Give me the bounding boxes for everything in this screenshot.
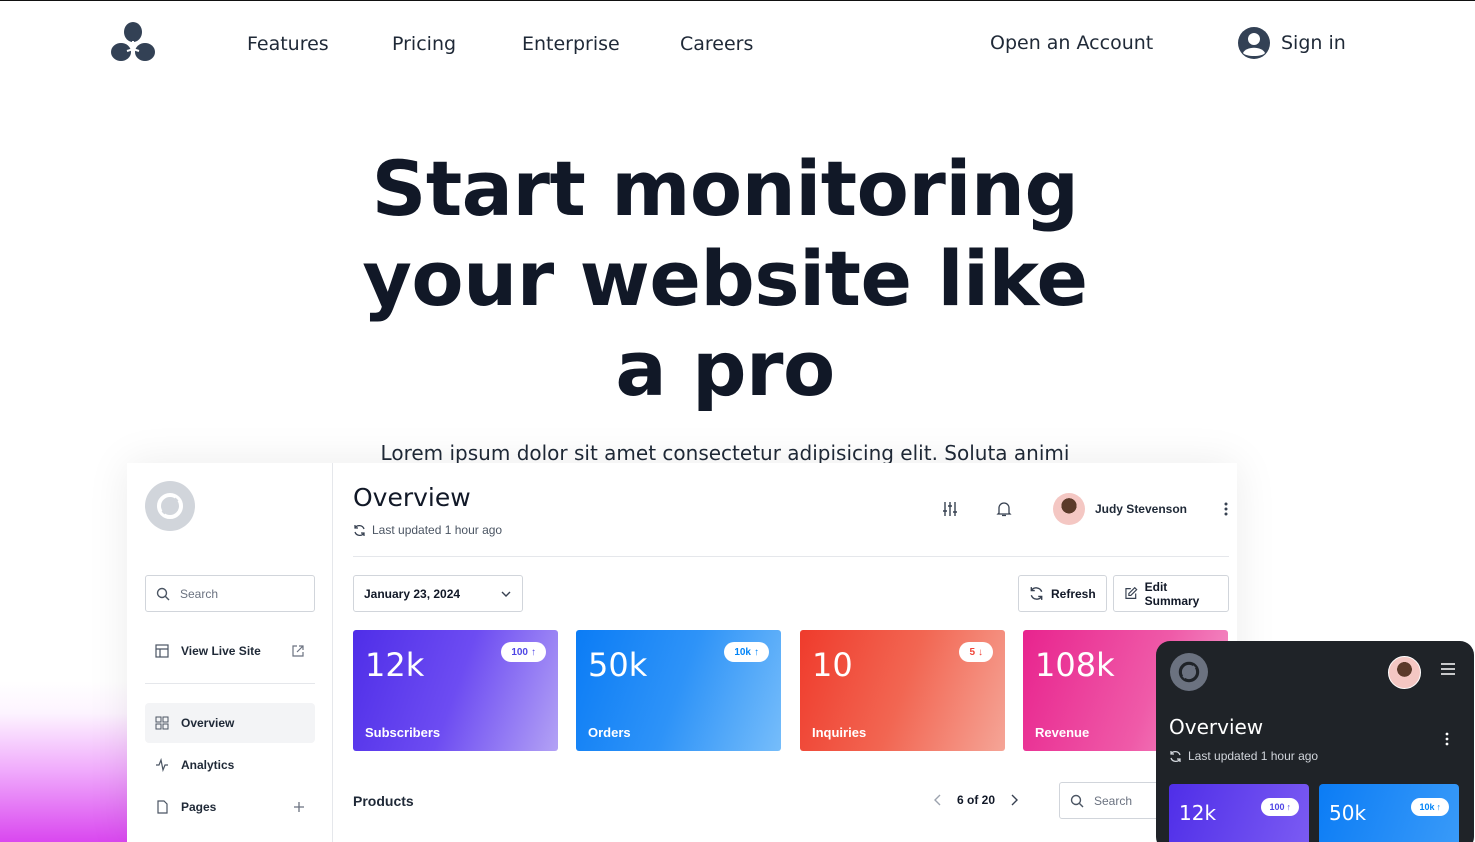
menu-icon[interactable] bbox=[1440, 662, 1456, 676]
external-link-icon bbox=[292, 645, 304, 657]
bell-icon[interactable] bbox=[995, 500, 1013, 518]
plus-icon[interactable] bbox=[293, 801, 305, 813]
stat-badge: 10k ↑ bbox=[724, 642, 769, 662]
sidebar-search-placeholder: Search bbox=[180, 586, 219, 601]
nav-link-enterprise[interactable]: Enterprise bbox=[522, 33, 620, 55]
arrow-up-icon: ↑ bbox=[1436, 802, 1442, 812]
arrow-up-icon: ↑ bbox=[531, 646, 536, 658]
stat-label: Subscribers bbox=[365, 725, 441, 740]
hero-title: Start monitoring your website like a pro bbox=[362, 144, 1088, 413]
app-logo-icon bbox=[1170, 653, 1208, 691]
search-icon bbox=[1070, 794, 1084, 807]
header-divider bbox=[353, 556, 1229, 557]
sidebar-item-pages[interactable]: Pages bbox=[145, 787, 315, 827]
pagination: 6 of 20 bbox=[933, 793, 1019, 807]
last-updated-text: Last updated 1 hour ago bbox=[372, 523, 503, 537]
sidebar-divider bbox=[145, 683, 315, 684]
products-search-placeholder: Search bbox=[1094, 793, 1133, 808]
sidebar-item-label: Overview bbox=[181, 716, 235, 730]
sign-in-label: Sign in bbox=[1281, 32, 1346, 54]
hero-subtitle: Lorem ipsum dolor sit amet consectetur a… bbox=[380, 441, 1070, 463]
stat-label: Inquiries bbox=[812, 725, 867, 740]
nav-link-features[interactable]: Features bbox=[247, 33, 329, 55]
mobile-last-updated: Last updated 1 hour ago bbox=[1169, 749, 1318, 763]
sidebar-item-view-live-site[interactable]: View Live Site bbox=[145, 631, 315, 671]
chevron-left-icon[interactable] bbox=[933, 794, 943, 806]
sidebar: Search View Live Site Overview Analytics… bbox=[127, 463, 333, 842]
arrow-up-icon: ↑ bbox=[1286, 802, 1292, 812]
sidebar-item-label: View Live Site bbox=[181, 644, 261, 658]
arrow-down-icon: ↓ bbox=[978, 646, 983, 658]
mobile-last-updated-text: Last updated 1 hour ago bbox=[1188, 749, 1319, 763]
more-vertical-icon[interactable] bbox=[1223, 501, 1229, 517]
nav-link-pricing[interactable]: Pricing bbox=[392, 33, 456, 55]
date-select-value: January 23, 2024 bbox=[364, 586, 461, 601]
page-title: Overview bbox=[353, 483, 471, 512]
stat-badge: 5 ↓ bbox=[959, 642, 993, 662]
last-updated: Last updated 1 hour ago bbox=[353, 523, 502, 537]
stat-label: Revenue bbox=[1035, 725, 1090, 740]
refresh-icon bbox=[1170, 750, 1181, 762]
edit-summary-button[interactable]: Edit Summary bbox=[1113, 575, 1229, 612]
chevron-down-icon bbox=[501, 591, 511, 597]
date-select[interactable]: January 23, 2024 bbox=[353, 575, 523, 612]
avatar[interactable] bbox=[1052, 493, 1085, 525]
pager-text: 6 of 20 bbox=[957, 793, 996, 807]
edit-icon bbox=[1125, 586, 1138, 599]
header-actions: Judy Stevenson bbox=[941, 493, 1229, 525]
stat-badge: 10k ↑ bbox=[1411, 798, 1449, 816]
chevron-right-icon[interactable] bbox=[1009, 794, 1019, 806]
top-navbar: Features Pricing Enterprise Careers Open… bbox=[0, 1, 1475, 89]
edit-summary-label: Edit Summary bbox=[1144, 579, 1200, 608]
nav-link-careers[interactable]: Careers bbox=[680, 33, 753, 55]
refresh-icon bbox=[354, 524, 365, 536]
stat-badge: 100 ↑ bbox=[1261, 798, 1299, 816]
stat-value: 50k bbox=[588, 646, 648, 684]
layout-icon bbox=[155, 644, 169, 658]
app-logo-icon bbox=[145, 481, 195, 531]
stat-value: 12k bbox=[365, 646, 425, 684]
stat-card-orders[interactable]: 50k 10k ↑ Orders bbox=[576, 630, 781, 751]
mobile-stat-card-orders[interactable]: 50k 10k ↑ bbox=[1319, 784, 1459, 842]
sidebar-item-label: Analytics bbox=[181, 758, 235, 772]
refresh-button[interactable]: Refresh bbox=[1018, 575, 1107, 612]
stat-card-subscribers[interactable]: 12k 100 ↑ Subscribers bbox=[353, 630, 558, 751]
open-account-link[interactable]: Open an Account bbox=[990, 32, 1153, 54]
stat-value: 108k bbox=[1035, 646, 1115, 684]
stat-card-inquiries[interactable]: 10 5 ↓ Inquiries bbox=[800, 630, 1005, 751]
user-name: Judy Stevenson bbox=[1094, 502, 1187, 516]
more-vertical-icon[interactable] bbox=[1444, 731, 1450, 747]
products-heading: Products bbox=[353, 793, 414, 809]
mobile-page-title: Overview bbox=[1169, 715, 1264, 739]
stat-value: 12k bbox=[1179, 801, 1217, 825]
dashboard-main: Overview Last updated 1 hour ago Judy St… bbox=[353, 463, 1229, 842]
brand-logo-icon[interactable] bbox=[110, 21, 156, 65]
sidebar-item-analytics[interactable]: Analytics bbox=[145, 745, 315, 785]
file-icon bbox=[157, 800, 168, 814]
arrow-up-icon: ↑ bbox=[754, 646, 759, 658]
sign-in-link[interactable]: Sign in bbox=[1237, 26, 1346, 60]
search-icon bbox=[156, 587, 170, 600]
refresh-label: Refresh bbox=[1051, 586, 1096, 601]
refresh-icon bbox=[1030, 587, 1043, 600]
sliders-icon[interactable] bbox=[941, 500, 959, 518]
mobile-stat-card-subscribers[interactable]: 12k 100 ↑ bbox=[1169, 784, 1309, 842]
stat-badge: 100 ↑ bbox=[501, 642, 546, 662]
sidebar-item-overview[interactable]: Overview bbox=[145, 703, 315, 743]
mobile-preview: Overview Last updated 1 hour ago 12k 100… bbox=[1156, 641, 1474, 842]
sidebar-item-label: Pages bbox=[181, 800, 217, 814]
activity-icon bbox=[156, 758, 168, 772]
stat-value: 50k bbox=[1329, 801, 1367, 825]
stat-value: 10 bbox=[812, 646, 853, 684]
user-circle-icon bbox=[1238, 27, 1270, 59]
grid-icon bbox=[155, 716, 169, 730]
sidebar-search-input[interactable]: Search bbox=[145, 575, 315, 612]
stat-label: Orders bbox=[588, 725, 631, 740]
decorative-gradient bbox=[0, 681, 140, 842]
dashboard-preview: Search View Live Site Overview Analytics… bbox=[127, 463, 1237, 842]
avatar[interactable] bbox=[1388, 656, 1421, 689]
